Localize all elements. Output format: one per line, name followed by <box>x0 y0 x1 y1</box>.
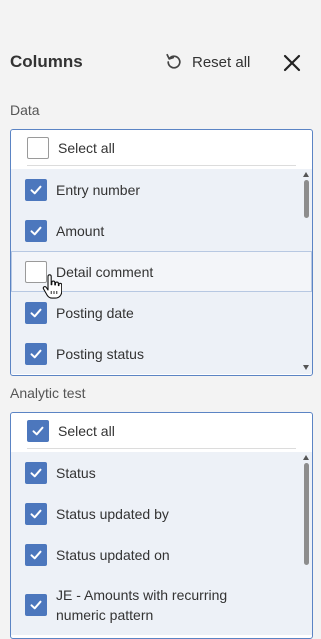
checkmark-icon <box>30 185 42 194</box>
list-item[interactable]: Status updated on <box>11 534 312 575</box>
scroll-down-arrow-icon[interactable] <box>303 365 309 370</box>
list-item-label: Posting status <box>56 345 144 362</box>
checkmark-icon <box>30 509 42 518</box>
status-checkbox[interactable] <box>25 461 47 484</box>
list-item-label: Posting date <box>56 304 134 321</box>
checkmark-icon <box>30 468 42 477</box>
data-select-all-checkbox[interactable] <box>27 137 49 159</box>
list-item[interactable]: JE - Amounts with recurring numeric patt… <box>11 575 312 635</box>
status-updated-by-checkbox[interactable] <box>25 502 47 525</box>
analytic-select-all-checkbox[interactable] <box>27 420 49 442</box>
list-item-label: Status <box>56 464 96 481</box>
analytic-select-all[interactable]: Select all <box>11 413 312 449</box>
reset-all-button[interactable]: Reset all <box>164 50 250 74</box>
list-item[interactable]: Amount <box>11 210 312 251</box>
hand-pointer-cursor-icon <box>42 274 62 299</box>
analytic-columns-panel: Select all Status Status updated by Stat… <box>10 412 313 639</box>
posting-status-checkbox[interactable] <box>25 342 47 365</box>
data-columns-list: Entry number Amount Detail comment Posti… <box>11 169 312 374</box>
checkmark-icon <box>30 600 42 610</box>
checkmark-icon <box>30 349 42 358</box>
posting-date-checkbox[interactable] <box>25 301 47 324</box>
data-section-label: Data <box>10 102 40 118</box>
scrollbar-thumb[interactable] <box>304 463 309 565</box>
reset-icon <box>166 53 181 69</box>
analytic-select-all-label: Select all <box>58 423 115 439</box>
scrollbar-thumb[interactable] <box>304 180 309 218</box>
columns-header: Columns Reset all <box>10 50 311 76</box>
list-item[interactable]: Posting status <box>11 333 312 374</box>
list-item-label: Status updated by <box>56 505 169 522</box>
list-item-label: Status updated on <box>56 546 170 563</box>
list-item-label: Amount <box>56 222 105 239</box>
close-icon[interactable] <box>281 52 303 74</box>
list-item[interactable]: Status <box>11 452 312 493</box>
data-columns-panel: Select all Entry number Amount Detail co… <box>10 129 313 376</box>
je-amounts-recurring-pattern-checkbox[interactable] <box>25 594 47 616</box>
analytic-section-label: Analytic test <box>10 385 86 401</box>
entry-number-checkbox[interactable] <box>25 178 47 201</box>
analytic-list-scrollbar[interactable] <box>302 455 311 638</box>
divider <box>27 448 296 449</box>
panel-title: Columns <box>10 52 83 71</box>
data-select-all[interactable]: Select all <box>11 130 312 166</box>
data-select-all-label: Select all <box>58 140 115 156</box>
list-item-label: Detail comment <box>56 263 154 280</box>
list-item-label: Entry number <box>56 181 141 198</box>
analytic-columns-list: Status Status updated by Status updated … <box>11 452 312 635</box>
checkmark-icon <box>32 426 44 436</box>
scroll-up-arrow-icon[interactable] <box>303 172 309 177</box>
divider <box>27 165 296 166</box>
checkmark-icon <box>30 226 42 235</box>
data-list-scrollbar[interactable] <box>302 172 311 370</box>
scroll-up-arrow-icon[interactable] <box>303 455 309 460</box>
list-item[interactable]: Status updated by <box>11 493 312 534</box>
status-updated-on-checkbox[interactable] <box>25 543 47 566</box>
checkmark-icon <box>30 308 42 317</box>
checkmark-icon <box>30 550 42 559</box>
reset-all-label: Reset all <box>192 53 251 71</box>
list-item[interactable]: Entry number <box>11 169 312 210</box>
amount-checkbox[interactable] <box>25 219 47 242</box>
list-item-label: JE - Amounts with recurring numeric patt… <box>56 587 228 623</box>
